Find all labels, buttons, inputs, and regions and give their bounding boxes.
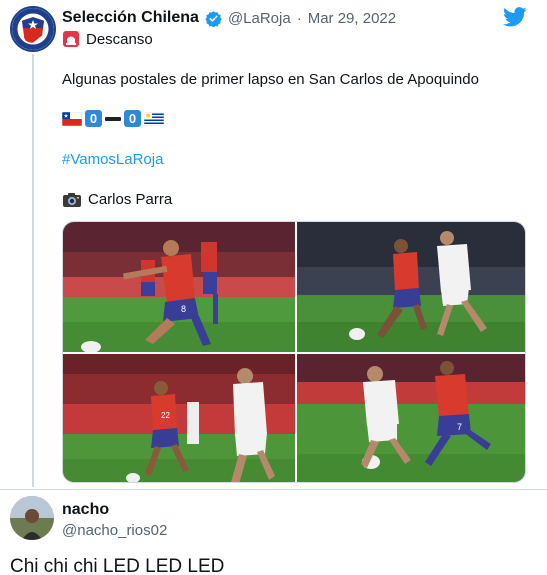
display-name[interactable]: Selección Chilena (62, 9, 199, 27)
away-score: 0 (124, 110, 141, 127)
handle[interactable]: @LaRoja (228, 10, 291, 27)
reply-avatar[interactable] (10, 496, 54, 540)
uruguay-flag-icon (144, 111, 164, 126)
photo-4-jersey-number: 7 (457, 422, 462, 432)
photo-3-jersey-number: 22 (161, 411, 170, 420)
photo-2[interactable] (297, 222, 525, 352)
verified-badge-icon (205, 10, 222, 27)
tweet[interactable]: Selección Chilena @LaRoja · Mar 29, 2022… (0, 0, 547, 490)
media-grid[interactable]: 8 22 7 (62, 221, 526, 483)
siren-icon (63, 31, 79, 47)
tweet-header: Selección Chilena @LaRoja · Mar 29, 2022 (62, 8, 396, 28)
status-text: Descanso (86, 30, 153, 48)
body-text: Algunas postales de primer lapso en San … (62, 71, 479, 88)
photo-1-jersey-number: 8 (181, 304, 186, 314)
photo-credit-line: Carlos Parra (62, 191, 172, 208)
photo-2-image (297, 222, 525, 352)
photo-3[interactable]: 22 (63, 354, 295, 482)
avatar[interactable] (10, 6, 56, 52)
chile-flag-icon (62, 111, 82, 126)
photo-4[interactable]: 7 (297, 354, 525, 482)
photo-1-image: 8 (63, 222, 295, 352)
photo-1[interactable]: 8 (63, 222, 295, 352)
reply-tweet[interactable]: nacho @nacho_rios02 Chi chi chi LED LED … (0, 490, 547, 575)
reply-avatar-photo (10, 496, 54, 540)
status-line: Descanso (62, 30, 153, 48)
camera-icon (63, 192, 81, 207)
hashtag-link[interactable]: #VamosLaRoja (62, 151, 163, 168)
photo-3-image: 22 (63, 354, 295, 482)
photo-4-image: 7 (297, 354, 525, 482)
timestamp[interactable]: Mar 29, 2022 (308, 10, 396, 27)
tweet-body: Algunas postales de primer lapso en San … (62, 71, 479, 88)
thread-line (32, 54, 34, 487)
hashtag-line: #VamosLaRoja (62, 151, 163, 168)
score-line: 0 0 (62, 110, 164, 127)
score-dash (105, 116, 121, 121)
reply-display-name[interactable]: nacho (62, 501, 109, 519)
reply-text: Chi chi chi LED LED LED (10, 556, 225, 575)
twitter-bird-icon[interactable] (503, 6, 527, 28)
separator: · (296, 9, 302, 27)
federation-crest-icon (12, 8, 54, 50)
home-score: 0 (85, 110, 102, 127)
photo-credit: Carlos Parra (88, 191, 173, 208)
reply-handle[interactable]: @nacho_rios02 (62, 522, 167, 539)
